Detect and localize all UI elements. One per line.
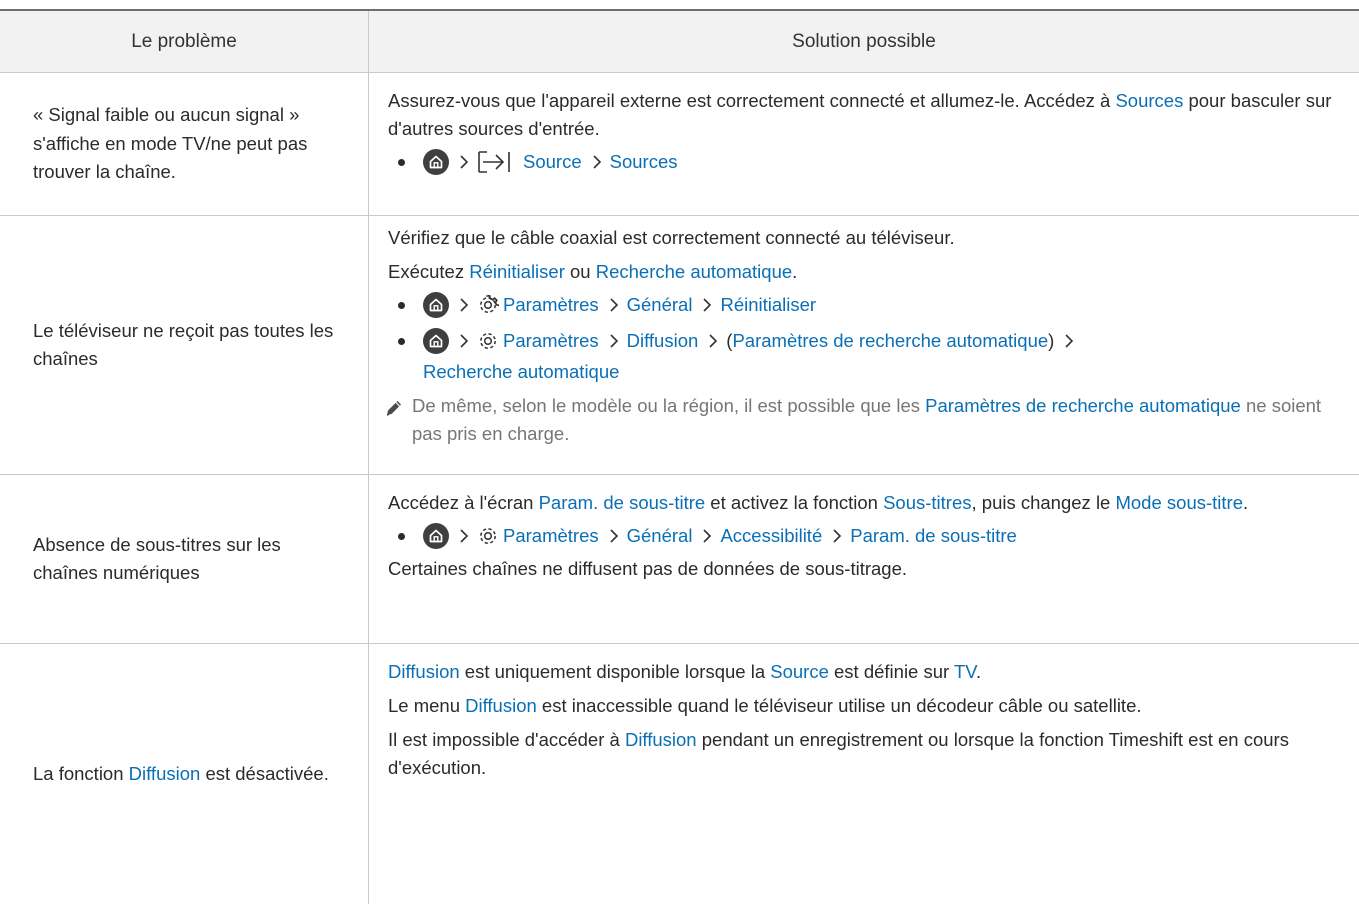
home-icon xyxy=(423,149,449,175)
menu-path: Paramètres Diffusion (Paramètres de rech… xyxy=(388,324,1337,358)
menu-link-param-sous-titre[interactable]: Param. de sous-titre xyxy=(539,492,706,513)
table-row: Le téléviseur ne reçoit pas toutes les c… xyxy=(0,216,1359,475)
solution-text: Exécutez Réinitialiser ou Recherche auto… xyxy=(388,261,798,282)
menu-link-parametres-recherche[interactable]: Paramètres de recherche automatique xyxy=(925,395,1241,416)
menu-link-diffusion[interactable]: Diffusion xyxy=(388,661,460,682)
solution-text: Vérifiez que le câble coaxial est correc… xyxy=(388,227,955,248)
menu-link-mode-sous-titre[interactable]: Mode sous-titre xyxy=(1115,492,1243,513)
gear-icon xyxy=(480,333,496,349)
solution-cell: Assurez-vous que l'appareil externe est … xyxy=(369,73,1359,215)
table-row: Absence de sous-titres sur les chaînes n… xyxy=(0,475,1359,644)
home-icon xyxy=(423,328,449,354)
menu-link-diffusion[interactable]: Diffusion xyxy=(627,330,699,352)
menu-path: Paramètres Général Réinitialiser xyxy=(388,286,1337,324)
menu-link-parametres[interactable]: Paramètres xyxy=(503,330,599,352)
menu-link-general[interactable]: Général xyxy=(627,525,693,547)
solution-text: Le menu Diffusion est inaccessible quand… xyxy=(388,695,1142,716)
problem-cell: Le téléviseur ne reçoit pas toutes les c… xyxy=(0,216,369,474)
solution-cell: Vérifiez que le câble coaxial est correc… xyxy=(369,216,1359,474)
header-problem: Le problème xyxy=(0,11,369,72)
problem-cell: Absence de sous-titres sur les chaînes n… xyxy=(0,475,369,643)
menu-link-accessibilite[interactable]: Accessibilité xyxy=(720,525,822,547)
gear-icon xyxy=(480,528,496,544)
bullet xyxy=(398,158,405,166)
solution-cell: Diffusion est uniquement disponible lors… xyxy=(369,644,1359,904)
chevron-right-icon xyxy=(833,529,842,543)
menu-link-sources[interactable]: Sources xyxy=(1115,90,1183,111)
home-icon xyxy=(423,523,449,549)
solution-cell: Accédez à l'écran Param. de sous-titre e… xyxy=(369,475,1359,643)
chevron-right-icon xyxy=(709,334,718,348)
chevron-right-icon xyxy=(460,334,469,348)
problem-cell: La fonction Diffusion est désactivée. xyxy=(0,644,369,904)
menu-link-param-sous-titre[interactable]: Param. de sous-titre xyxy=(850,525,1017,547)
menu-link-reinitialiser[interactable]: Réinitialiser xyxy=(469,261,565,282)
chevron-right-icon xyxy=(610,298,618,312)
bullet xyxy=(398,532,405,540)
bullet xyxy=(398,301,405,309)
pencil-note-icon xyxy=(386,401,401,416)
source-input-icon xyxy=(478,151,510,173)
gear-icon xyxy=(480,295,499,313)
menu-link-recherche-automatique[interactable]: Recherche automatique xyxy=(423,361,619,382)
chevron-right-icon xyxy=(460,298,469,312)
chevron-right-icon xyxy=(703,298,712,312)
table-row: « Signal faible ou aucun signal » s'affi… xyxy=(0,73,1359,216)
header-solution: Solution possible xyxy=(792,30,936,52)
menu-link-general[interactable]: Général xyxy=(627,294,693,316)
menu-link-parametres[interactable]: Paramètres xyxy=(503,525,599,547)
chevron-right-icon xyxy=(593,155,601,169)
menu-link-parametres[interactable]: Paramètres xyxy=(503,294,599,316)
solution-text: Assurez-vous que l'appareil externe est … xyxy=(388,90,1332,139)
chevron-right-icon xyxy=(610,334,618,348)
menu-link-source[interactable]: Source xyxy=(523,151,582,173)
chevron-right-icon xyxy=(460,529,469,543)
note: De même, selon le modèle ou la région, i… xyxy=(386,392,1337,448)
menu-link-diffusion[interactable]: Diffusion xyxy=(129,763,201,784)
solution-text: Il est impossible d'accéder à Diffusion … xyxy=(388,729,1289,778)
menu-path: Paramètres Général Accessibilité Param. … xyxy=(388,517,1337,555)
chevron-right-icon xyxy=(1065,334,1074,348)
home-icon xyxy=(423,292,449,318)
troubleshooting-table: Le problème Solution possible « Signal f… xyxy=(0,9,1359,904)
table-row: La fonction Diffusion est désactivée. Di… xyxy=(0,644,1359,904)
chevron-right-icon xyxy=(703,529,712,543)
menu-path: Source Sources xyxy=(388,143,1337,181)
menu-link-source[interactable]: Source xyxy=(770,661,829,682)
menu-link-parametres-recherche[interactable]: Paramètres de recherche automatique xyxy=(732,330,1048,352)
menu-link-tv[interactable]: TV xyxy=(954,661,976,682)
solution-text: Accédez à l'écran Param. de sous-titre e… xyxy=(388,492,1249,513)
menu-link-recherche-automatique[interactable]: Recherche automatique xyxy=(596,261,792,282)
solution-text: Certaines chaînes ne diffusent pas de do… xyxy=(388,558,908,579)
menu-link-diffusion[interactable]: Diffusion xyxy=(625,729,697,750)
note-text: De même, selon le modèle ou la région, i… xyxy=(412,395,1322,444)
problem-cell: « Signal faible ou aucun signal » s'affi… xyxy=(0,73,369,215)
menu-link-diffusion[interactable]: Diffusion xyxy=(465,695,537,716)
menu-link-reinitialiser[interactable]: Réinitialiser xyxy=(720,294,816,316)
chevron-right-icon xyxy=(460,155,469,169)
menu-link-sources[interactable]: Sources xyxy=(610,151,678,173)
table-header: Le problème Solution possible xyxy=(0,11,1359,73)
solution-text: Diffusion est uniquement disponible lors… xyxy=(388,661,982,682)
bullet xyxy=(398,337,405,345)
menu-link-sous-titres[interactable]: Sous-titres xyxy=(883,492,971,513)
chevron-right-icon xyxy=(610,529,618,543)
